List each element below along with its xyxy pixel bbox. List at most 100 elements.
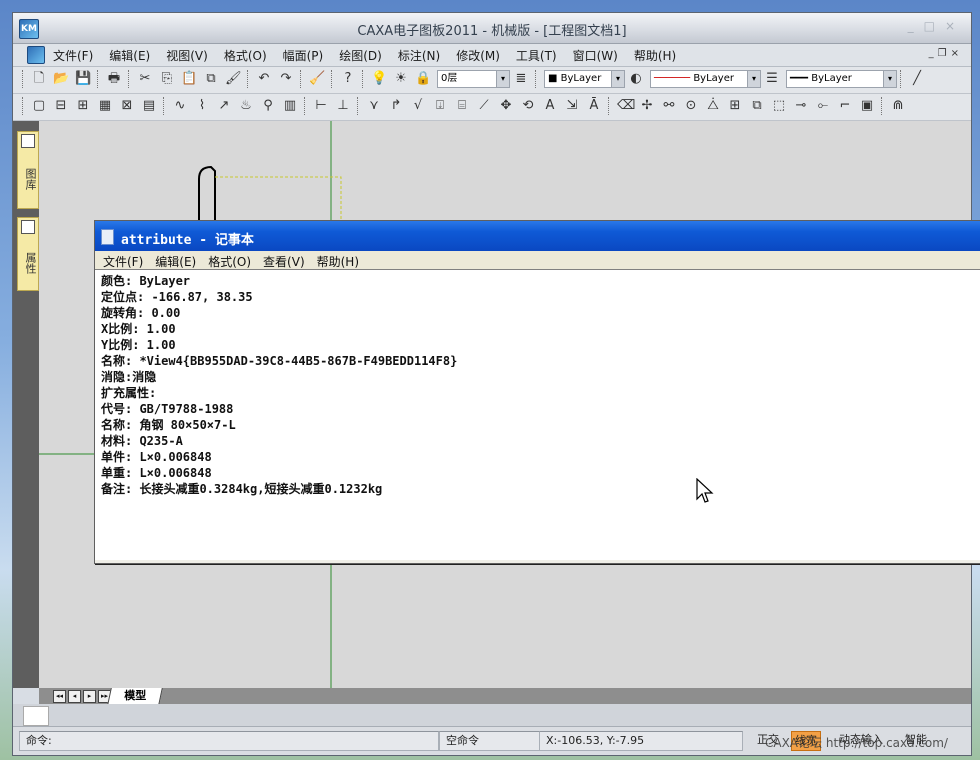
menu-item[interactable]: 帮助(H) bbox=[634, 47, 676, 64]
mdi-close-icon[interactable]: × bbox=[951, 48, 963, 59]
close-icon[interactable]: × bbox=[945, 19, 965, 33]
scale-tool-icon[interactable]: ⧉ bbox=[749, 98, 765, 114]
notepad-icon[interactable] bbox=[101, 229, 114, 245]
layer-dropdown-arrow[interactable]: ▾ bbox=[496, 70, 510, 88]
linetype-dropdown-arrow[interactable]: ▾ bbox=[747, 70, 761, 88]
open-file-icon[interactable]: 📂 bbox=[53, 71, 69, 87]
tolerance-icon[interactable]: ⌸ bbox=[454, 98, 470, 114]
notepad-menu-item[interactable]: 帮助(H) bbox=[317, 253, 359, 270]
linetype-manager-icon[interactable]: ☰ bbox=[764, 71, 780, 87]
match-properties-icon[interactable]: 🖌 bbox=[225, 71, 242, 87]
table-icon[interactable]: ▦ bbox=[97, 98, 113, 114]
undo-icon[interactable]: ↶ bbox=[256, 71, 272, 87]
move-icon[interactable]: ✢ bbox=[639, 98, 655, 114]
menu-item[interactable]: 格式(O) bbox=[224, 47, 267, 64]
layer-manager-icon[interactable]: ≣ bbox=[513, 71, 529, 87]
coordinate-dim-icon[interactable]: ⊥ bbox=[335, 98, 351, 114]
paste-icon[interactable]: 📋 bbox=[181, 71, 197, 87]
layer-dropdown[interactable]: 0层 bbox=[437, 70, 497, 88]
command-history-area[interactable] bbox=[23, 706, 49, 726]
notepad-menu-item[interactable]: 文件(F) bbox=[103, 253, 143, 270]
menu-item[interactable]: 修改(M) bbox=[456, 47, 500, 64]
polyline-icon[interactable]: ⌇ bbox=[194, 98, 210, 114]
window-controls[interactable]: _□× bbox=[908, 19, 965, 33]
arrow-icon[interactable]: ↗ bbox=[216, 98, 232, 114]
menu-item[interactable]: 工具(T) bbox=[516, 47, 557, 64]
lineweight-dropdown[interactable]: ━━━ ByLayer bbox=[786, 70, 884, 88]
center-mark-icon[interactable]: ✥ bbox=[498, 98, 514, 114]
dimension-icon[interactable]: ⊢ bbox=[313, 98, 329, 114]
toolbar-grip[interactable] bbox=[22, 97, 25, 115]
color-dropdown-arrow[interactable]: ▾ bbox=[611, 70, 625, 88]
hatch-icon[interactable]: ♨ bbox=[238, 98, 254, 114]
color-wheel-icon[interactable]: ◐ bbox=[628, 71, 644, 87]
command-prompt[interactable]: 命令: bbox=[19, 731, 439, 751]
toolbar-grip[interactable] bbox=[22, 70, 25, 88]
document-icon[interactable] bbox=[27, 46, 45, 64]
menu-item[interactable]: 幅面(P) bbox=[283, 47, 324, 64]
extend-icon[interactable]: ⟜ bbox=[815, 98, 831, 114]
parts-list-icon[interactable]: ⊞ bbox=[75, 98, 91, 114]
cut-icon[interactable]: ✂ bbox=[137, 71, 153, 87]
title-block-icon[interactable]: ⊟ bbox=[53, 98, 69, 114]
redo-icon[interactable]: ↷ bbox=[278, 71, 294, 87]
layer-freeze-icon[interactable]: ☀ bbox=[393, 71, 409, 87]
fillet-icon[interactable]: ⌐ bbox=[837, 98, 853, 114]
rotate-tool-icon[interactable]: ⊙ bbox=[683, 98, 699, 114]
text-icon[interactable]: A bbox=[542, 98, 558, 114]
text-edit-icon[interactable]: Ā bbox=[586, 98, 602, 114]
sheet-icon[interactable]: ▤ bbox=[141, 98, 157, 114]
menu-item[interactable]: 绘图(D) bbox=[339, 47, 382, 64]
line-tool-icon[interactable]: ╱ bbox=[909, 71, 925, 87]
app-title-bar[interactable]: KM CAXA电子图板2011 - 机械版 - [工程图文档1] _□× bbox=[13, 13, 971, 44]
menu-item[interactable]: 编辑(E) bbox=[109, 47, 150, 64]
new-file-icon[interactable]: 🗋 bbox=[31, 71, 47, 87]
datum-icon[interactable]: ⍗ bbox=[432, 98, 448, 114]
leader-icon[interactable]: ↱ bbox=[388, 98, 404, 114]
maximize-icon[interactable]: □ bbox=[924, 19, 945, 33]
mdi-restore-icon[interactable]: ❐ bbox=[938, 48, 951, 59]
save-icon[interactable]: 💾 bbox=[75, 71, 91, 87]
notepad-menu-item[interactable]: 格式(O) bbox=[208, 253, 251, 270]
bom-icon[interactable]: ⊠ bbox=[119, 98, 135, 114]
notepad-menu-item[interactable]: 编辑(E) bbox=[155, 253, 196, 270]
prev-tab-button[interactable]: ◂ bbox=[68, 690, 81, 703]
library-tab[interactable]: 图库 bbox=[17, 131, 39, 209]
notepad-title-bar[interactable]: attribute - 记事本 bbox=[95, 221, 980, 251]
menu-item[interactable]: 窗口(W) bbox=[573, 47, 618, 64]
first-tab-button[interactable]: ◂◂ bbox=[53, 690, 66, 703]
offset-icon[interactable]: ⬚ bbox=[771, 98, 787, 114]
next-tab-button[interactable]: ▸ bbox=[83, 690, 96, 703]
help-icon[interactable]: ? bbox=[340, 71, 356, 87]
roughness-icon[interactable]: √ bbox=[410, 98, 426, 114]
mirror-icon[interactable]: ⧊ bbox=[705, 98, 721, 114]
array-icon[interactable]: ⊞ bbox=[727, 98, 743, 114]
copy-icon[interactable]: ⎘ bbox=[159, 71, 175, 87]
weld-icon[interactable]: ⟋ bbox=[476, 98, 492, 114]
menu-item[interactable]: 标注(N) bbox=[398, 47, 440, 64]
notepad-text-area[interactable]: 颜色: ByLayer 定位点: -166.87, 38.35 旋转角: 0.00 X… bbox=[95, 269, 980, 560]
frame-icon[interactable]: ▢ bbox=[31, 98, 47, 114]
paste-special-icon[interactable]: ⧉ bbox=[203, 71, 219, 87]
mdi-controls[interactable]: _❐× bbox=[929, 48, 963, 59]
rotate-icon[interactable]: ⟲ bbox=[520, 98, 536, 114]
model-tab[interactable]: 模型 bbox=[107, 688, 163, 705]
menu-item[interactable]: 文件(F) bbox=[53, 47, 93, 64]
clear-icon[interactable]: 🧹 bbox=[309, 71, 325, 87]
layer-visible-icon[interactable]: 💡 bbox=[371, 71, 387, 87]
pattern-icon[interactable]: ⚲ bbox=[260, 98, 276, 114]
layer-lock-icon[interactable]: 🔒 bbox=[415, 71, 431, 87]
properties-tab[interactable]: 属性 bbox=[17, 217, 39, 291]
linetype-dropdown[interactable]: ────── ByLayer bbox=[650, 70, 748, 88]
minimize-icon[interactable]: _ bbox=[908, 19, 924, 33]
print-icon[interactable]: 🖶 bbox=[106, 71, 122, 87]
scale-icon[interactable]: ⇲ bbox=[564, 98, 580, 114]
lineweight-dropdown-arrow[interactable]: ▾ bbox=[883, 70, 897, 88]
explode-icon[interactable]: ▣ bbox=[859, 98, 875, 114]
spline-icon[interactable]: ∿ bbox=[172, 98, 188, 114]
copy-move-icon[interactable]: ⚯ bbox=[661, 98, 677, 114]
color-dropdown[interactable]: ■ ByLayer bbox=[544, 70, 612, 88]
menu-item[interactable]: 视图(V) bbox=[166, 47, 208, 64]
trim-icon[interactable]: ⊸ bbox=[793, 98, 809, 114]
erase-icon[interactable]: ⌫ bbox=[617, 98, 635, 114]
